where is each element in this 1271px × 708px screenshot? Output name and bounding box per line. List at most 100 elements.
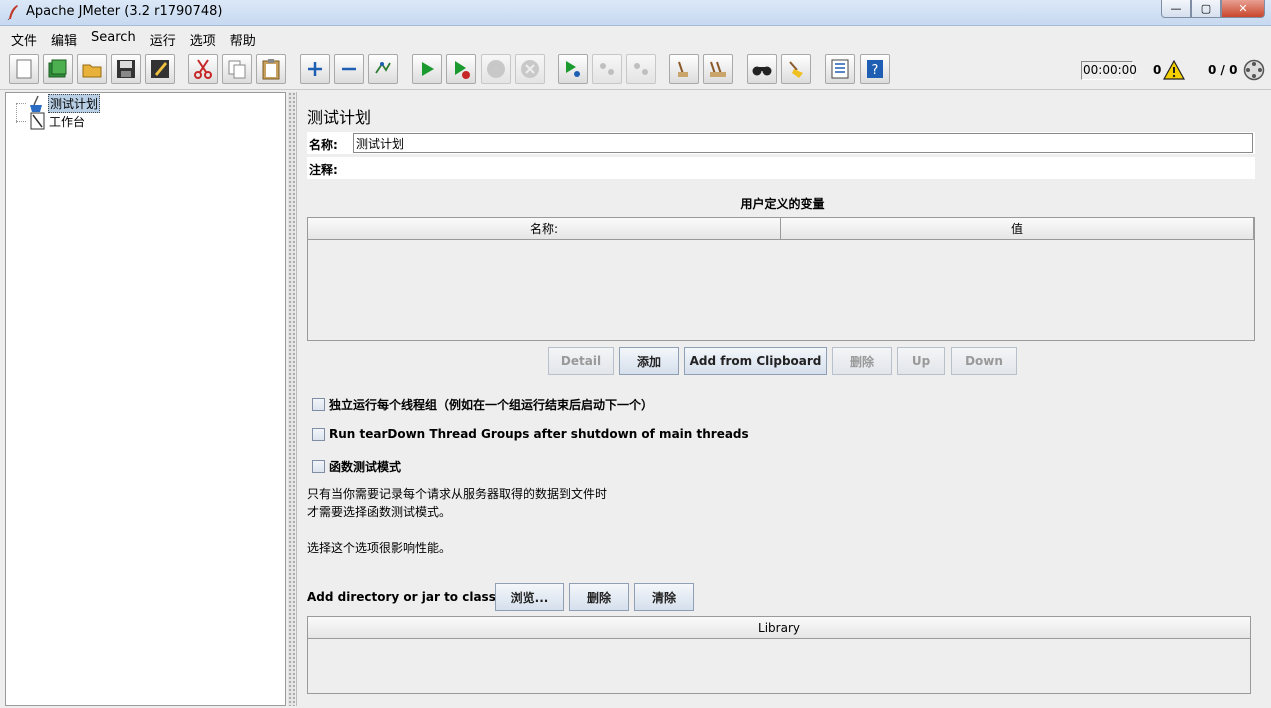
save-as-icon xyxy=(151,60,169,78)
checkbox-label: 独立运行每个线程组（例如在一个组运行结束后启动下一个） xyxy=(329,398,654,412)
menu-search[interactable]: Search xyxy=(84,27,143,49)
checkbox-box[interactable] xyxy=(312,427,325,441)
copy-icon xyxy=(228,60,246,79)
remote-shutdown-button[interactable] xyxy=(626,54,656,84)
copy-button[interactable] xyxy=(222,54,252,84)
performance-note: 选择这个选项很影响性能。 xyxy=(307,541,452,555)
start-button[interactable] xyxy=(412,54,442,84)
add-from-clipboard-button[interactable]: Add from Clipboard xyxy=(684,347,827,375)
templates-button[interactable] xyxy=(43,54,73,84)
column-library[interactable]: Library xyxy=(308,617,1250,639)
menu-help[interactable]: 帮助 xyxy=(223,27,263,49)
function-helper-icon xyxy=(831,59,849,79)
expand-button[interactable] xyxy=(300,54,330,84)
serialize-threadgroups-checkbox[interactable]: 独立运行每个线程组（例如在一个组运行结束后启动下一个） xyxy=(312,396,653,413)
start-no-pause-button[interactable] xyxy=(446,54,476,84)
clear-all-button[interactable] xyxy=(703,54,733,84)
teardown-checkbox[interactable]: Run tearDown Thread Groups after shutdow… xyxy=(312,427,749,441)
close-icon: ✕ xyxy=(1238,2,1248,15)
panel-title: 测试计划 xyxy=(307,108,372,127)
open-icon xyxy=(82,64,102,78)
classpath-delete-button[interactable]: 删除 xyxy=(569,583,629,611)
search-button[interactable] xyxy=(747,54,777,84)
error-count: 0 xyxy=(1153,63,1162,77)
paste-button[interactable] xyxy=(256,54,286,84)
clear-button[interactable] xyxy=(669,54,699,84)
tree-item-label: 测试计划 xyxy=(48,94,101,113)
name-row: 名称: xyxy=(307,132,1255,154)
classpath-clear-button[interactable]: 清除 xyxy=(634,583,694,611)
tree-item-workbench[interactable]: 工作台 xyxy=(28,112,86,130)
variables-title: 用户定义的变量 xyxy=(740,197,825,211)
toggle-button[interactable] xyxy=(368,54,398,84)
checkbox-box[interactable] xyxy=(312,460,325,473)
save-as-button[interactable] xyxy=(145,54,175,84)
functional-mode-note-2: 才需要选择函数测试模式。 xyxy=(307,505,452,519)
column-value[interactable]: 值 xyxy=(781,218,1254,239)
browse-button[interactable]: 浏览... xyxy=(495,583,564,611)
function-helper-button[interactable] xyxy=(825,54,855,84)
menu-run[interactable]: 运行 xyxy=(143,27,183,49)
functional-mode-note-1: 只有当你需要记录每个请求从服务器取得的数据到文件时 xyxy=(307,487,608,501)
library-table[interactable]: Library xyxy=(307,616,1251,694)
add-button[interactable]: 添加 xyxy=(619,347,679,375)
jmeter-feather-icon xyxy=(7,5,18,20)
start-no-pause-icon xyxy=(455,61,470,79)
remote-start-button[interactable] xyxy=(558,54,588,84)
svg-text:?: ? xyxy=(872,63,879,78)
variables-table[interactable]: 名称: 值 xyxy=(307,217,1255,341)
close-button[interactable]: ✕ xyxy=(1221,0,1265,18)
remote-stop-icon xyxy=(600,63,614,75)
comment-label: 注释: xyxy=(309,163,338,177)
warning-icon[interactable] xyxy=(1163,60,1185,80)
tree-item-label: 工作台 xyxy=(49,114,86,129)
remote-status-icon xyxy=(1243,59,1265,81)
name-field[interactable] xyxy=(353,133,1253,153)
split-divider[interactable] xyxy=(288,92,295,706)
templates-icon xyxy=(48,59,67,78)
stop-button[interactable] xyxy=(481,54,511,84)
stop-icon xyxy=(487,60,505,78)
classpath-label: Add directory or jar to classpath xyxy=(307,590,527,604)
delete-button[interactable]: 删除 xyxy=(832,347,892,375)
save-icon xyxy=(117,60,135,78)
paste-icon xyxy=(262,59,280,80)
test-tree[interactable]: 测试计划 工作台 xyxy=(5,92,286,706)
shutdown-icon xyxy=(521,60,539,78)
window-title: Apache JMeter (3.2 r1790748) xyxy=(26,4,223,19)
reset-search-button[interactable] xyxy=(781,54,811,84)
functional-mode-checkbox[interactable]: 函数测试模式 xyxy=(312,458,401,475)
toolbar: ? 00:00:00 0 0 / 0 xyxy=(0,50,1271,90)
up-button[interactable]: Up xyxy=(897,347,945,375)
menu-file[interactable]: 文件 xyxy=(4,27,44,49)
remote-stop-button[interactable] xyxy=(592,54,622,84)
new-button[interactable] xyxy=(9,54,39,84)
shutdown-button[interactable] xyxy=(515,54,545,84)
detail-button[interactable]: Detail xyxy=(548,347,614,375)
start-icon xyxy=(422,62,434,76)
remote-start-icon xyxy=(566,61,580,77)
tree-item-test-plan[interactable]: 测试计划 xyxy=(28,94,101,113)
maximize-button[interactable]: ▢ xyxy=(1191,0,1221,18)
open-button[interactable] xyxy=(77,54,107,84)
elapsed-timer: 00:00:00 xyxy=(1081,61,1137,80)
save-button[interactable] xyxy=(111,54,141,84)
menu-options[interactable]: 选项 xyxy=(183,27,223,49)
title-bar: Apache JMeter (3.2 r1790748) — ▢ ✕ xyxy=(0,0,1271,26)
remote-shutdown-icon xyxy=(634,63,648,75)
collapse-button[interactable] xyxy=(334,54,364,84)
new-icon xyxy=(16,59,32,79)
comment-field[interactable] xyxy=(353,158,1253,178)
down-button[interactable]: Down xyxy=(951,347,1017,375)
cut-button[interactable] xyxy=(188,54,218,84)
menu-edit[interactable]: 编辑 xyxy=(44,27,84,49)
column-name[interactable]: 名称: xyxy=(308,218,781,239)
table-header: 名称: 值 xyxy=(308,218,1254,240)
search-icon xyxy=(752,66,772,76)
help-button[interactable]: ? xyxy=(860,54,890,84)
minimize-icon: — xyxy=(1170,2,1182,15)
minimize-button[interactable]: — xyxy=(1161,0,1191,18)
checkbox-box[interactable] xyxy=(312,398,325,411)
clear-icon xyxy=(678,61,688,77)
cut-icon xyxy=(194,59,212,79)
